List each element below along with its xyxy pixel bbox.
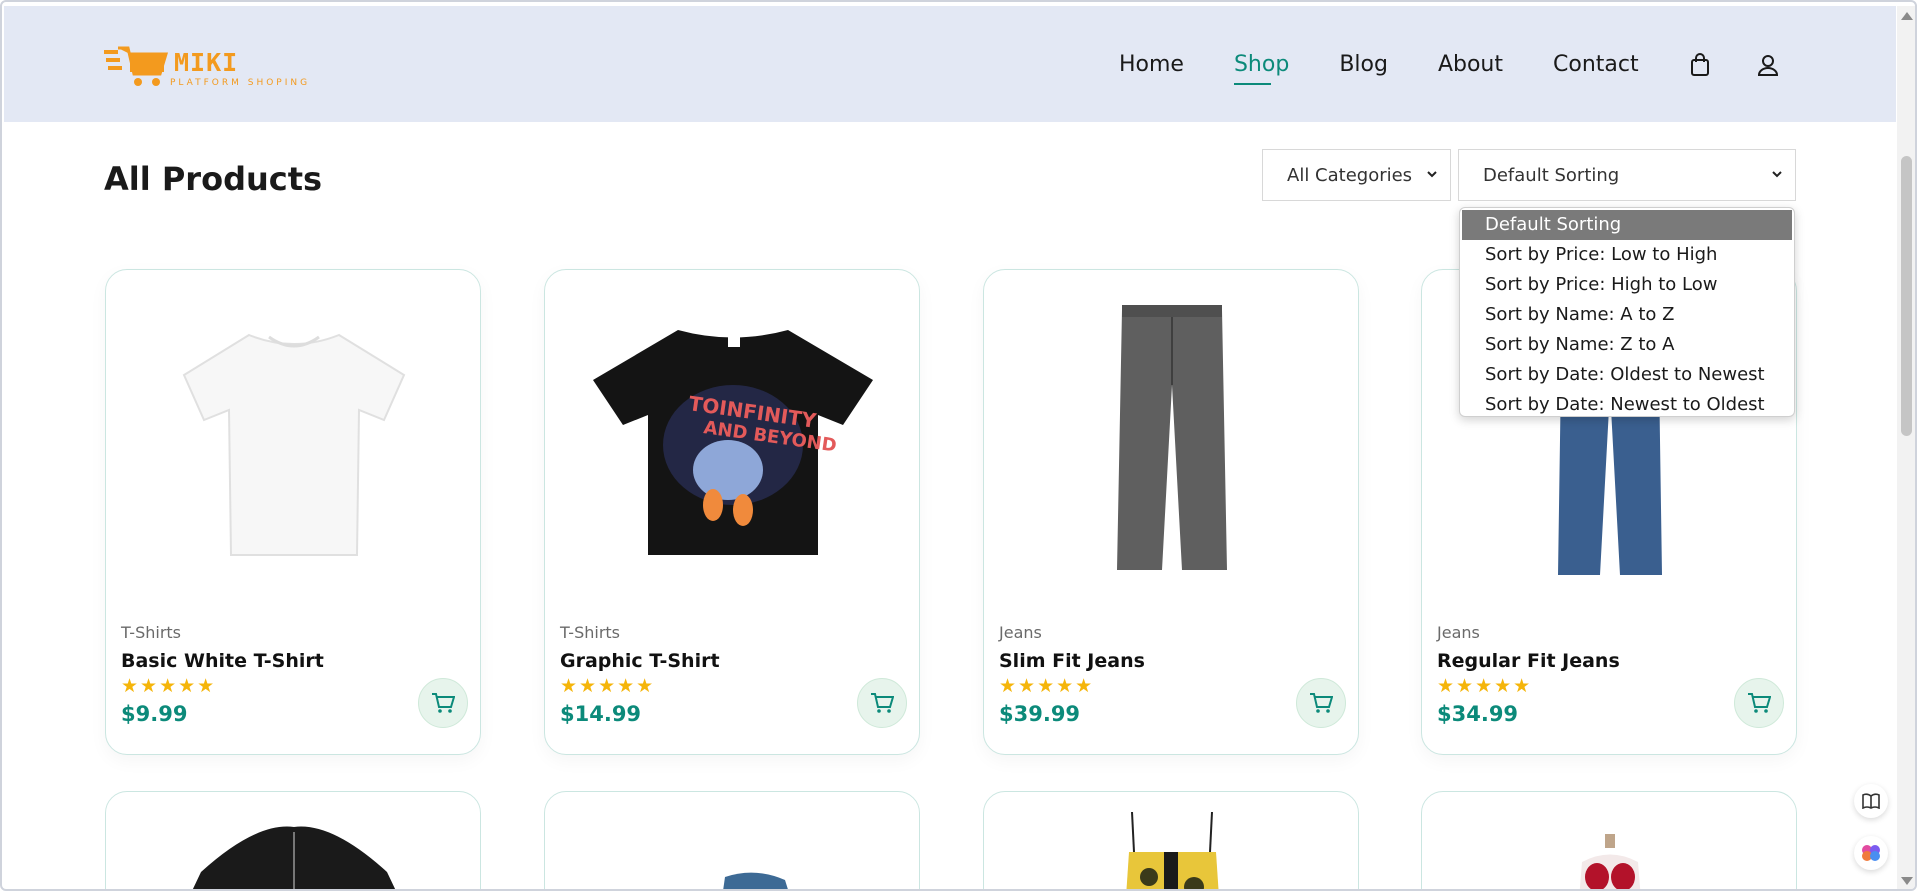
product-image[interactable] [1024,290,1320,580]
cart-icon [1310,693,1333,713]
brain-icon [1862,845,1880,861]
grey-jeans-image [1117,305,1227,570]
sort-dropdown-list: Default Sorting Sort by Price: Low to Hi… [1459,207,1795,417]
product-card[interactable] [544,791,920,889]
book-icon [1862,793,1880,809]
red-dress-image [1579,834,1641,889]
nav-shop[interactable]: Shop [1233,52,1289,85]
sort-select[interactable]: Default Sorting [1458,149,1796,201]
brand-name: MIKI [174,48,239,77]
sort-option-date-asc[interactable]: Sort by Date: Oldest to Newest [1460,360,1794,390]
denim-item-image [723,872,788,889]
main-nav: Home Shop Blog About Contact [1119,52,1825,85]
graphic-tshirt-image: TOINFINITY AND BEYOND [593,330,873,555]
rating-stars: ★★★★★ [560,675,656,697]
product-price: $14.99 [560,702,642,726]
scroll-up-arrow-icon[interactable] [1901,12,1913,20]
user-icon[interactable] [1757,53,1779,77]
product-image[interactable] [146,290,442,580]
sort-option-date-desc[interactable]: Sort by Date: Newest to Oldest [1460,390,1794,416]
product-card[interactable] [983,791,1359,889]
product-card[interactable]: T-Shirts Basic White T-Shirt ★★★★★ $9.99 [105,269,481,755]
nav-about[interactable]: About [1438,52,1503,77]
cart-icon [1748,693,1771,713]
product-price: $9.99 [121,702,188,726]
chevron-down-icon [1427,171,1437,178]
page-scrollbar[interactable] [1897,6,1915,889]
nav-home[interactable]: Home [1119,52,1184,77]
sort-option-name-desc[interactable]: Sort by Name: Z to A [1460,330,1794,360]
brand-tagline: PLATFORM SHOPING [170,78,311,88]
product-price: $34.99 [1437,702,1519,726]
product-card[interactable]: TOINFINITY AND BEYOND T-Shirts Graphic T… [544,269,920,755]
rating-stars: ★★★★★ [121,675,217,697]
floral-top-image [1126,811,1219,889]
category-select-value: All Categories [1287,164,1413,186]
page-title: All Products [104,160,323,198]
cart-icon [432,693,455,713]
rating-stars: ★★★★★ [1437,675,1533,697]
reader-button[interactable] [1854,784,1888,818]
sort-select-value: Default Sorting [1483,164,1620,186]
cart-logo-icon [104,46,169,86]
product-category: Jeans [999,623,1042,642]
scrollbar-thumb[interactable] [1901,156,1912,436]
product-card[interactable]: Jeans Slim Fit Jeans ★★★★★ $39.99 [983,269,1359,755]
chevron-down-icon [1772,171,1782,178]
scroll-down-arrow-icon[interactable] [1901,877,1913,885]
category-select[interactable]: All Categories [1262,149,1451,201]
add-to-cart-button[interactable] [1734,678,1784,728]
product-card[interactable] [105,791,481,889]
sort-option-name-asc[interactable]: Sort by Name: A to Z [1460,300,1794,330]
add-to-cart-button[interactable] [418,678,468,728]
browser-viewport: MIKI PLATFORM SHOPING Home Shop Blog Abo… [0,0,1917,891]
product-category: T-Shirts [121,623,182,642]
product-name[interactable]: Basic White T-Shirt [121,650,324,672]
site-header: MIKI PLATFORM SHOPING Home Shop Blog Abo… [4,6,1896,122]
product-name[interactable]: Slim Fit Jeans [999,650,1145,672]
product-category: T-Shirts [560,623,621,642]
product-category: Jeans [1437,623,1480,642]
sort-option-price-desc[interactable]: Sort by Price: High to Low [1460,270,1794,300]
product-name[interactable]: Graphic T-Shirt [560,650,720,672]
sort-option-price-asc[interactable]: Sort by Price: Low to High [1460,240,1794,270]
ai-assistant-button[interactable] [1854,836,1888,870]
nav-blog[interactable]: Blog [1339,52,1388,77]
sort-option-default[interactable]: Default Sorting [1462,210,1792,240]
product-card[interactable] [1421,791,1797,889]
shopping-bag-icon[interactable] [1689,52,1711,77]
cart-icon [871,693,894,713]
white-tshirt-image [182,333,406,556]
add-to-cart-button[interactable] [857,678,907,728]
rating-stars: ★★★★★ [999,675,1095,697]
brand-logo[interactable]: MIKI PLATFORM SHOPING [104,44,324,92]
leather-jacket-image [192,826,396,889]
product-image[interactable]: TOINFINITY AND BEYOND [585,290,881,580]
product-price: $39.99 [999,702,1081,726]
nav-contact[interactable]: Contact [1553,52,1639,77]
add-to-cart-button[interactable] [1296,678,1346,728]
product-name[interactable]: Regular Fit Jeans [1437,650,1620,672]
